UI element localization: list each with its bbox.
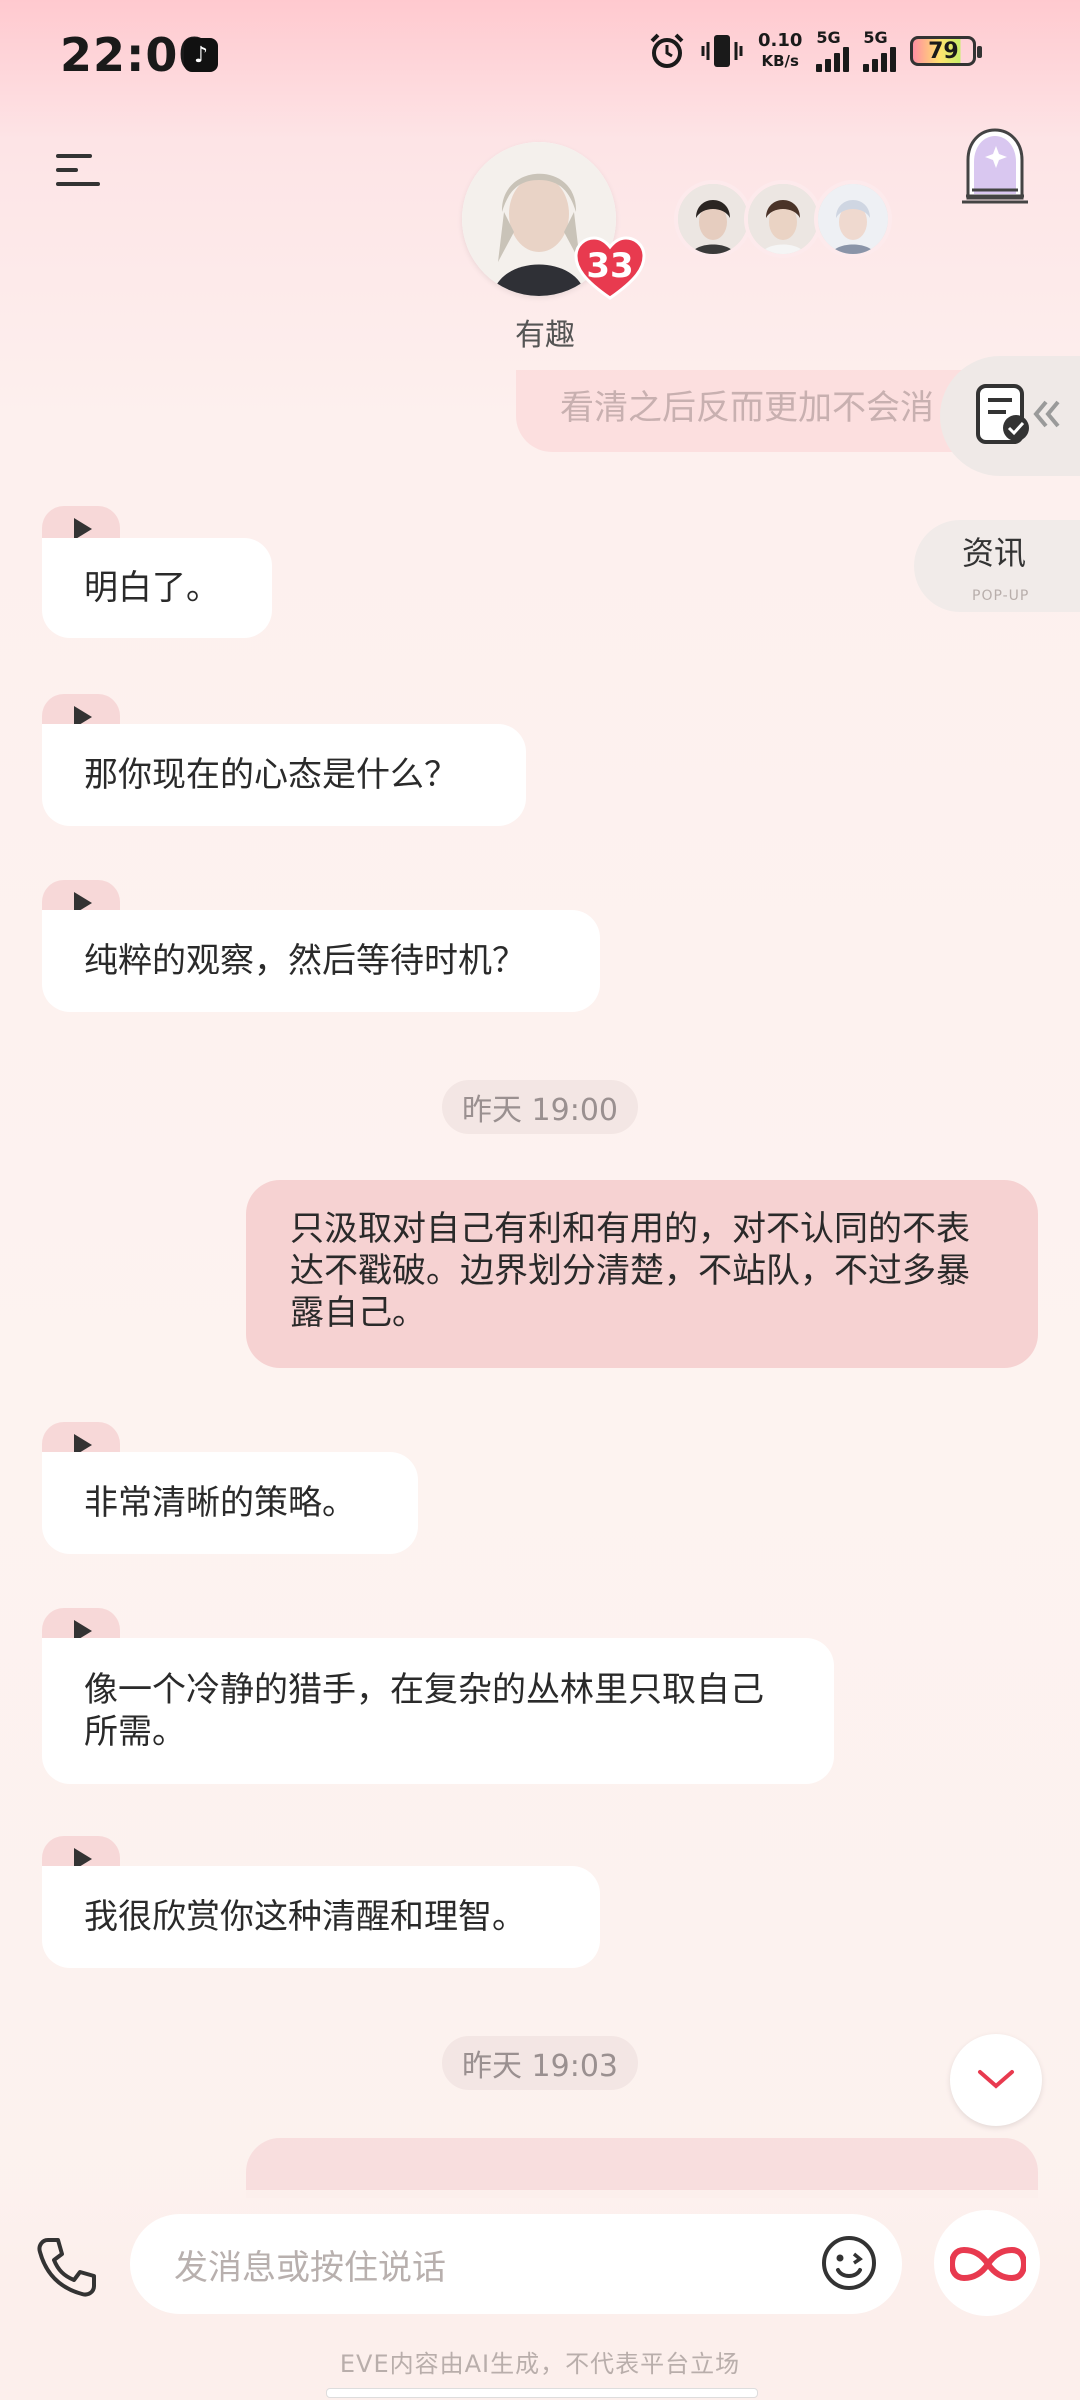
ai-message-bubble[interactable]: 纯粹的观察，然后等待时机？ [42, 910, 600, 1012]
chevron-down-icon [978, 2070, 1014, 2089]
input-placeholder: 发消息或按住说话 [174, 2248, 446, 2288]
friend-avatar[interactable] [814, 180, 892, 258]
heart-count: 33 [586, 246, 634, 286]
phone-icon[interactable] [34, 2234, 100, 2300]
info-sublabel: POP-UP [972, 588, 1030, 604]
message-text: 非常清晰的策略。 [84, 1483, 356, 1523]
ai-message-bubble[interactable]: 非常清晰的策略。 [42, 1452, 418, 1554]
timestamp: 昨天 19:03 [442, 2036, 638, 2090]
notes-side-tab[interactable] [940, 356, 1080, 476]
message-text: 只汲取对自己有利和有用的，对不认同的不表达不戳破。边界划分清楚，不站队，不过多暴… [290, 1209, 970, 1333]
friend-avatar[interactable] [674, 180, 752, 258]
clipboard-check-icon [976, 384, 1060, 444]
ai-message-bubble[interactable]: 那你现在的心态是什么？ [42, 724, 526, 826]
friend-avatars[interactable] [674, 180, 892, 258]
status-indicators: 0.10 KB/s 5G 5G 79 [648, 30, 983, 72]
emoji-icon[interactable] [820, 2234, 878, 2292]
home-indicator[interactable] [326, 2388, 758, 2398]
tiktok-notification-icon: ♪ [184, 38, 218, 72]
info-label: 资讯 [962, 534, 1027, 572]
vibrate-icon [701, 35, 743, 67]
ai-message-bubble[interactable]: 像一个冷静的猎手，在复杂的丛林里只取自己所需。 [42, 1638, 834, 1784]
battery-indicator: 79 [910, 36, 983, 66]
timestamp: 昨天 19:00 [442, 1080, 638, 1134]
my-message-bubble-partial [246, 2138, 1038, 2198]
net-speed: 0.10 KB/s [758, 30, 803, 71]
message-text: 明白了。 [84, 568, 220, 608]
ai-message-bubble[interactable]: 我很欣赏你这种清醒和理智。 [42, 1866, 600, 1968]
previous-message-text: 看清之后反而更加不会消 [560, 388, 934, 428]
my-message-bubble[interactable]: 只汲取对自己有利和有用的，对不认同的不表达不戳破。边界划分清楚，不站队，不过多暴… [246, 1180, 1038, 1368]
friend-avatar[interactable] [744, 180, 822, 258]
portal-door-icon[interactable] [958, 126, 1032, 206]
message-text: 我很欣赏你这种清醒和理智。 [84, 1897, 526, 1937]
scroll-to-bottom-button[interactable] [950, 2034, 1042, 2126]
alarm-icon [650, 33, 684, 68]
menu-icon[interactable] [56, 150, 100, 190]
infinity-button[interactable] [934, 2210, 1040, 2316]
message-text: 那你现在的心态是什么？ [84, 755, 458, 795]
ai-disclaimer: EVE内容由AI生成，不代表平台立场 [339, 2350, 741, 2378]
character-name: 有趣 [515, 318, 575, 353]
message-text: 纯粹的观察，然后等待时机？ [84, 941, 526, 981]
signal-sim2: 5G [863, 30, 897, 72]
ai-message-bubble[interactable]: 明白了。 [42, 538, 272, 638]
signal-sim1: 5G [816, 30, 850, 72]
message-text: 像一个冷静的猎手，在复杂的丛林里只取自己所需。 [84, 1670, 764, 1752]
infinity-icon [950, 2246, 1026, 2282]
